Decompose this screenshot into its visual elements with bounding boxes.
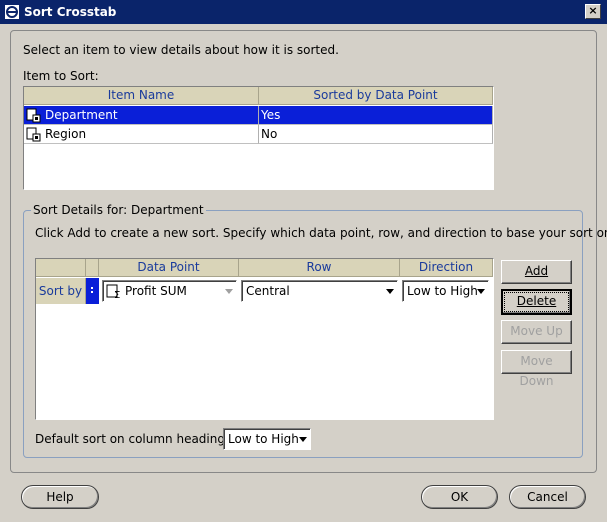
- row-value: Central: [246, 284, 290, 298]
- sort-row-label: Sort by: [36, 278, 86, 304]
- window-title: Sort Crosstab: [24, 5, 117, 19]
- title-bar: Sort Crosstab ×: [0, 0, 607, 24]
- column-header-item-name[interactable]: Item Name: [24, 87, 259, 105]
- direction-dropdown[interactable]: Low to High: [402, 280, 489, 302]
- cancel-button[interactable]: Cancel: [509, 485, 586, 509]
- chevron-down-icon: [225, 289, 233, 294]
- row-dropdown[interactable]: Central: [241, 280, 398, 302]
- direction-value: Low to High: [407, 284, 478, 298]
- close-button[interactable]: ×: [585, 4, 601, 19]
- sort-crosstab-dialog: Sort Crosstab × Select an item to view d…: [0, 0, 607, 522]
- sort-table: Data Point Row Direction Sort by Σ Profi…: [35, 258, 494, 420]
- item-name: Region: [45, 127, 87, 141]
- delete-button[interactable]: Delete: [501, 289, 572, 315]
- table-row-department[interactable]: Department Yes: [24, 106, 493, 125]
- close-icon: ×: [588, 4, 598, 17]
- default-sort-label: Default sort on column headings:: [35, 432, 236, 446]
- item-sorted: No: [259, 125, 493, 144]
- default-sort-dropdown[interactable]: Low to High: [223, 428, 311, 450]
- app-icon: [5, 5, 19, 19]
- column-header-direction[interactable]: Direction: [400, 259, 493, 277]
- move-up-button[interactable]: Move Up: [501, 320, 572, 344]
- item-icon: [26, 108, 41, 123]
- column-header-data-point[interactable]: Data Point: [99, 259, 239, 277]
- move-down-button[interactable]: Move Down: [501, 350, 572, 388]
- sort-details-legend: Sort Details for: Department: [31, 203, 206, 217]
- add-button[interactable]: Add: [501, 260, 572, 284]
- chevron-down-icon: [299, 437, 307, 442]
- sort-instructions: Click Add to create a new sort. Specify …: [35, 226, 607, 240]
- item-icon: [26, 127, 41, 142]
- table-row-region[interactable]: Region No: [24, 125, 493, 144]
- default-sort-value: Low to High: [228, 432, 299, 446]
- item-name: Department: [45, 108, 118, 122]
- chevron-down-icon: [386, 289, 394, 294]
- data-point-icon: Σ: [106, 284, 120, 299]
- column-header-sorted-by[interactable]: Sorted by Data Point: [259, 87, 493, 105]
- item-sorted: Yes: [259, 106, 493, 125]
- chevron-down-icon: [477, 289, 485, 294]
- svg-text:Σ: Σ: [114, 290, 120, 299]
- intro-text: Select an item to view details about how…: [23, 43, 339, 57]
- ok-button[interactable]: OK: [421, 485, 498, 509]
- help-button[interactable]: Help: [21, 485, 99, 509]
- items-table: Item Name Sorted by Data Point Departmen…: [23, 86, 494, 190]
- row-selector[interactable]: [86, 278, 99, 304]
- data-point-value: Profit SUM: [125, 284, 187, 298]
- data-point-dropdown[interactable]: Σ Profit SUM: [102, 280, 237, 302]
- items-label: Item to Sort:: [23, 69, 99, 83]
- column-header-row[interactable]: Row: [239, 259, 400, 277]
